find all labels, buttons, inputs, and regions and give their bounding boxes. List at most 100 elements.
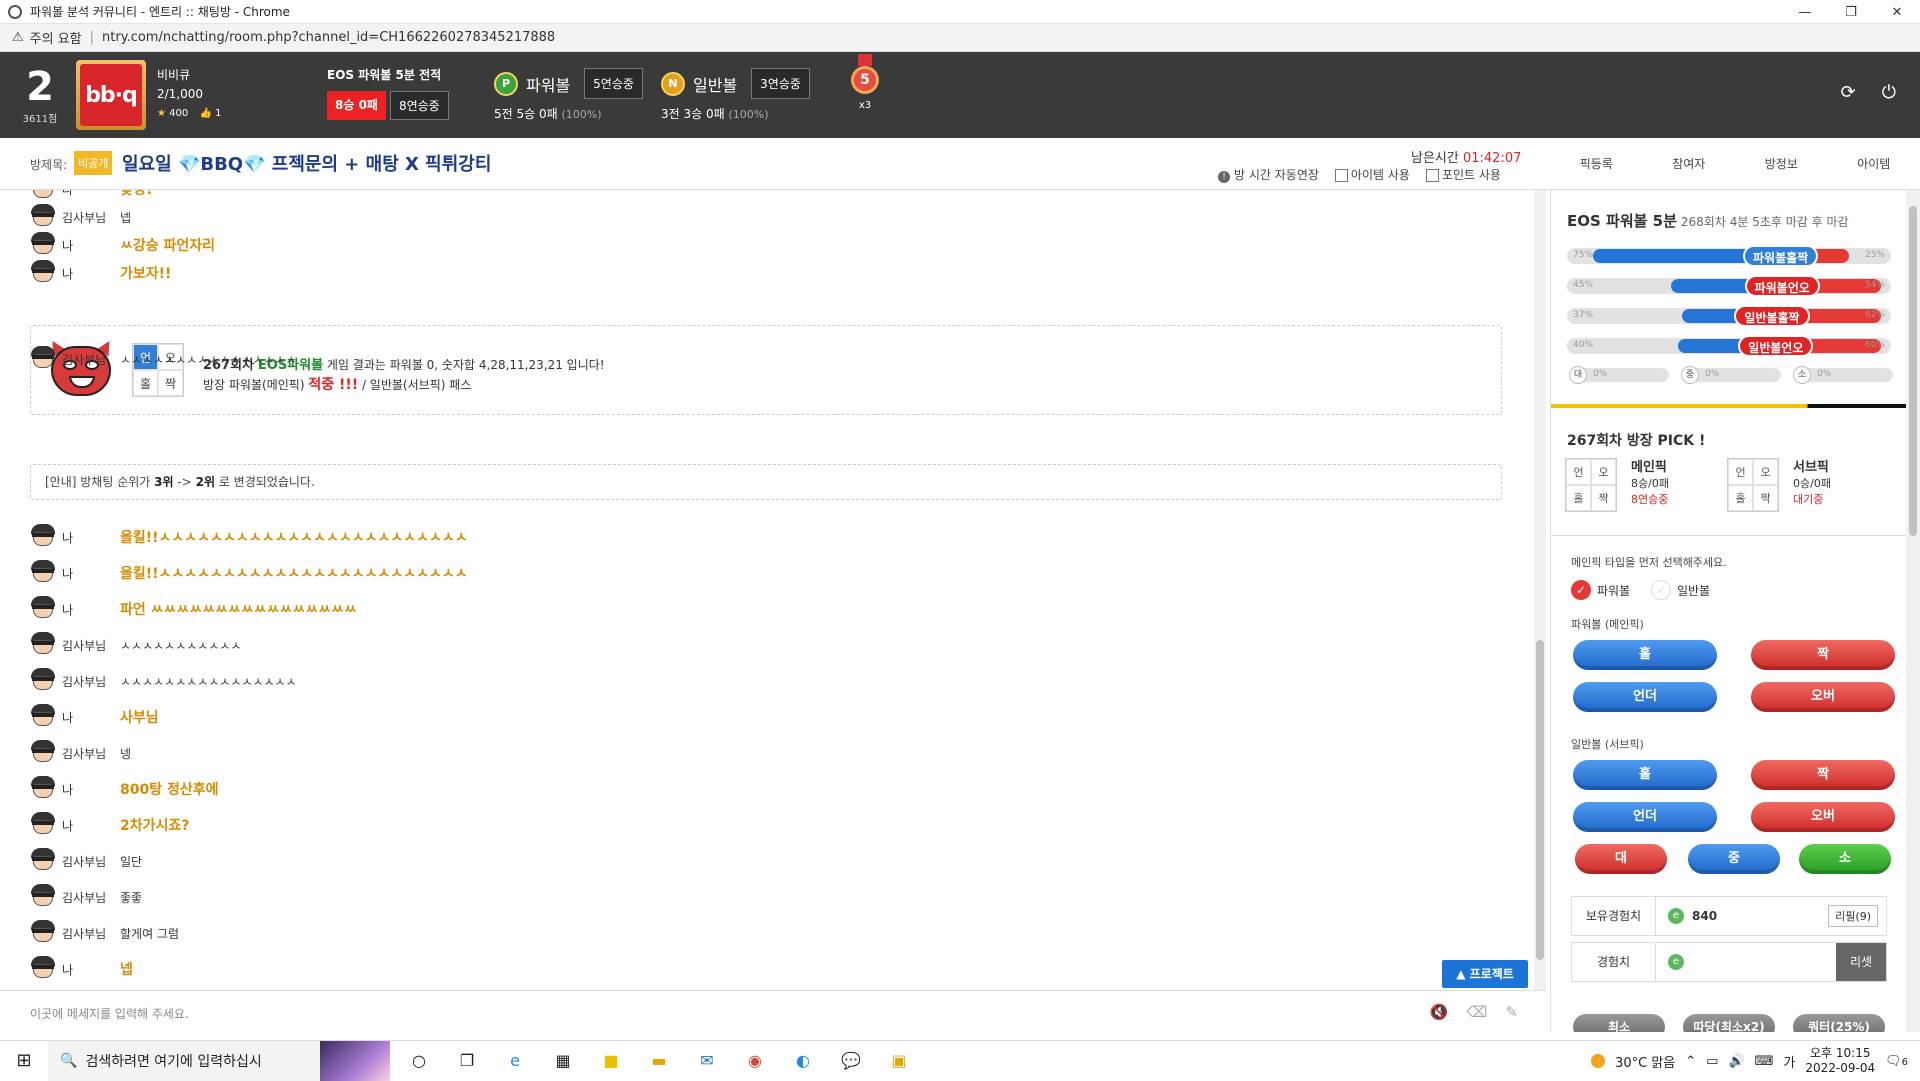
restore-icon[interactable]: ❐ [1828,0,1874,24]
tab-pick-register[interactable]: 픽등록 [1550,138,1643,190]
normalball-under-button[interactable]: 언더 [1573,802,1717,832]
message-author: 나 [62,565,120,582]
close-icon[interactable]: ✕ [1874,0,1920,24]
weather-text[interactable]: 30°C 맑음 [1615,1052,1675,1071]
vote-bar-label: 일반볼홀짝 [1734,305,1809,327]
normalball-even-button[interactable]: 짝 [1751,760,1895,790]
chat-message: 나사부님 [30,704,159,730]
tab-items[interactable]: 아이템 [1828,138,1920,190]
powerball-pct: (100%) [561,108,601,121]
chat-message: 나가보자!! [30,260,171,286]
kakaotalk-icon[interactable]: 💬 [832,1042,870,1080]
refresh-icon[interactable]: ⟳ [1841,82,1856,103]
minimize-icon[interactable]: — [1782,0,1828,24]
warning-icon[interactable]: ⚠ [12,30,24,45]
eraser-icon[interactable]: ⌫ [1466,1003,1487,1021]
address-bar[interactable]: ⚠ 주의 요함 | ntry.com/nchatting/room.php?ch… [0,24,1920,52]
url-text[interactable]: ntry.com/nchatting/room.php?channel_id=C… [102,30,555,45]
clock[interactable]: 오후 10:15 2022-09-04 [1805,1046,1875,1076]
powerball-odd-button[interactable]: 홀 [1573,640,1717,670]
scrollbar-thumb[interactable] [1909,206,1917,536]
checkbox-icon[interactable] [1426,169,1439,182]
message-author: 나 [62,190,120,198]
security-warning[interactable]: 주의 요함 [30,28,82,47]
normalball-over-button[interactable]: 오버 [1751,802,1895,832]
tab-room-info[interactable]: 방정보 [1735,138,1828,190]
powerball-under-button[interactable]: 언더 [1573,682,1717,712]
notification-icon[interactable]: 🗨6 [1885,1054,1908,1069]
message-text: 2차가시죠? [120,815,189,835]
medal-badge: 5 x3 [851,54,879,111]
mute-icon[interactable]: 🔇 [1430,1003,1449,1021]
panel-tabs: 픽등록 참여자 방정보 아이템 [1550,138,1920,190]
pick-guide: 메인픽 타입을 먼저 선택해주세요. [1571,554,1727,570]
section-main-pick: 파워볼 (메인픽) [1571,616,1644,632]
file-explorer-icon[interactable]: ▬ [640,1042,678,1080]
reset-button[interactable]: 리셋 [1836,943,1886,981]
sticky-notes-icon[interactable]: ■ [592,1042,630,1080]
message-author: 김사부님 [62,637,120,654]
message-author: 나 [62,601,120,618]
windows-start-icon[interactable]: ⊞ [0,1050,48,1071]
main-pick-info: 메인픽 8승/0패 8연승중 [1631,460,1669,508]
cortana-icon[interactable]: ○ [400,1042,438,1080]
medium-button[interactable]: 중 [1688,844,1780,874]
message-author: 나 [62,237,120,254]
owned-exp-label: 보유경험치 [1572,897,1656,935]
refill-button[interactable]: 리필(9) [1828,905,1878,927]
calculator-icon[interactable]: ▦ [544,1042,582,1080]
check-icon[interactable]: ✓ [1571,580,1591,600]
min-bet-button[interactable]: 최소 [1573,1014,1665,1032]
check-icon[interactable]: ✓ [1651,580,1671,600]
rank-number: 2 [22,66,58,108]
big-button[interactable]: 대 [1575,844,1667,874]
item-use-checkbox[interactable]: 아이템 사용 [1335,166,1410,183]
remaining-time-value: 01:42:07 [1463,151,1521,166]
edge-icon[interactable]: ◐ [784,1042,822,1080]
scrollbar-thumb[interactable] [1536,640,1544,960]
star-count: 400 [169,108,188,119]
auto-extend-option[interactable]: !방 시간 자동연장 [1218,166,1319,183]
checkbox-icon[interactable] [1335,169,1348,182]
radio-powerball[interactable]: ✓ 파워볼 [1571,580,1630,600]
normalball-coin-icon: N [661,72,685,96]
avatar [30,346,56,372]
network-icon[interactable]: ▭ [1706,1054,1718,1069]
room-rank: 2 3611점 [22,66,58,125]
powerball-over-button[interactable]: 오버 [1751,682,1895,712]
normalball-odd-button[interactable]: 홀 [1573,760,1717,790]
ie-icon[interactable]: e [496,1042,534,1080]
chat-message: 나800탕 정산후에 [30,776,219,802]
power-icon[interactable]: ⏻ [1882,82,1896,103]
chat-input[interactable]: 이곳에 메세지를 입력해 주세요. [30,1005,189,1022]
magic-wand-icon[interactable]: ✎ [1505,1003,1518,1021]
avatar [30,524,56,550]
message-text: 일단 [120,853,142,870]
task-view-icon[interactable]: ❐ [448,1042,486,1080]
chrome-taskbar-icon[interactable]: ◉ [736,1042,774,1080]
powerball-even-button[interactable]: 짝 [1751,640,1895,670]
message-text: 좋좋 [120,889,142,906]
taskbar-search[interactable]: 🔍 검색하려면 여기에 입력하십시 [48,1041,390,1081]
small-button[interactable]: 소 [1799,844,1891,874]
size-icon: 중 [1681,366,1699,384]
double-bet-button[interactable]: 따당(최소x2) [1683,1014,1775,1032]
taskbar-search-input[interactable]: 검색하려면 여기에 입력하십시 [85,1051,261,1071]
volume-icon[interactable]: 🔊 [1728,1054,1744,1069]
app-icon[interactable]: ▣ [880,1042,918,1080]
mail-icon[interactable]: ✉ [688,1042,726,1080]
radio-normalball[interactable]: ✓ 일반볼 [1651,580,1710,600]
vote-bar-label: 파워볼홀짝 [1743,245,1818,267]
point-use-checkbox[interactable]: 포인트 사용 [1426,166,1501,183]
ime-indicator[interactable]: 가 [1783,1052,1795,1071]
chat-scrollbar[interactable] [1534,190,1546,990]
panel-scrollbar[interactable] [1906,190,1920,1032]
keyboard-icon[interactable]: ⌨ [1755,1054,1774,1069]
project-button[interactable]: ▲ 프로젝트 [1442,960,1528,988]
chat-log[interactable]: 나맞정?김사부님넵나ㅆ강승 파언자리나가보자!! 언 오 홀 짝 267회차 E… [0,190,1534,990]
tray-chevron-icon[interactable]: ⌃ [1685,1054,1696,1069]
tab-participants[interactable]: 참여자 [1643,138,1736,190]
size-vote-bar: 소0% [1795,368,1893,382]
quarter-bet-button[interactable]: 쿼터(25%) [1793,1014,1885,1032]
host-pick: 267회차 방장 PICK ! 언오 홀짝 메인픽 8승/0패 8연승중 언오 … [1551,408,1906,536]
